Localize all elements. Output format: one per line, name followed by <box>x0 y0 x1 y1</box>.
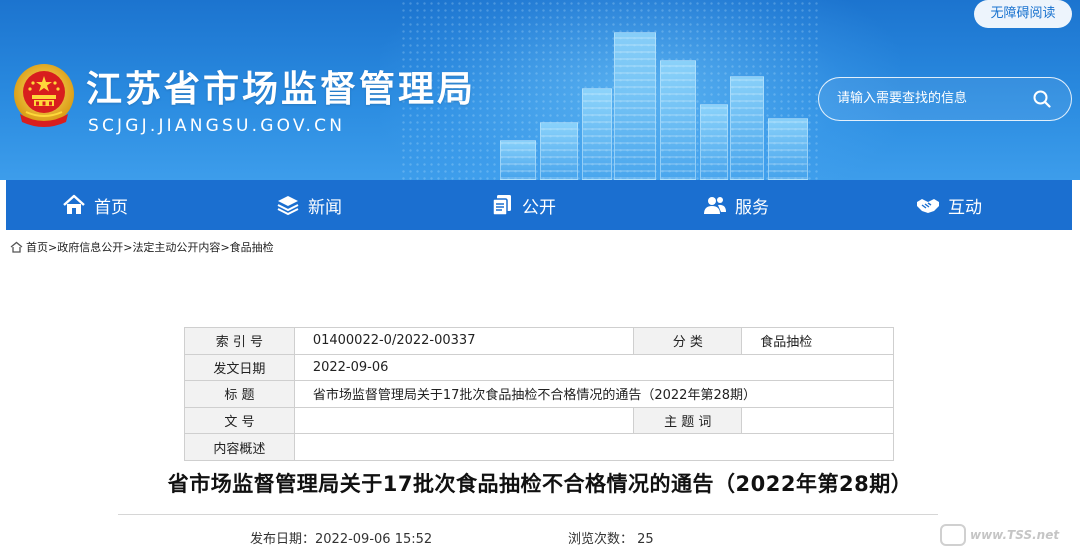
building-decoration <box>660 60 696 180</box>
site-domain: SCJGJ.JIANGSU.GOV.CN <box>88 116 346 136</box>
document-number-label: 文 号 <box>184 406 295 435</box>
building-decoration <box>614 32 656 180</box>
table-row: 索 引 号 01400022-0/2022-00337 分 类 食品抽检 <box>184 327 894 355</box>
view-count-value: 25 <box>637 532 654 547</box>
breadcrumb-item[interactable]: 食品抽检 <box>230 239 274 255</box>
handshake-icon <box>916 193 940 217</box>
table-row: 标 题 省市场监督管理局关于17批次食品抽检不合格情况的通告（2022年第28期… <box>184 380 895 408</box>
site-title[interactable]: 江苏省市场监督管理局 <box>86 60 476 112</box>
building-decoration <box>540 122 578 180</box>
category-value: 食品抽检 <box>741 327 894 355</box>
title-label: 标 题 <box>184 380 295 408</box>
summary-value <box>293 433 895 461</box>
issue-date-label: 发文日期 <box>184 353 295 382</box>
publish-date: 发布日期：2022-09-06 15:52 <box>250 528 432 547</box>
breadcrumb-separator: > <box>123 240 133 254</box>
breadcrumb-home[interactable]: 首页 <box>26 239 48 255</box>
layers-icon <box>276 193 300 217</box>
nav-item-label: 互动 <box>948 197 982 218</box>
nav-item-home[interactable]: 首页 <box>62 180 128 230</box>
summary-label: 内容概述 <box>184 433 295 461</box>
watermark-text: www.TSS.net <box>970 528 1060 542</box>
home-icon <box>10 241 23 253</box>
watermark-logo-icon <box>940 524 966 546</box>
site-header: 江苏省市场监督管理局 SCJGJ.JIANGSU.GOV.CN 无障碍阅读 <box>0 0 1080 180</box>
nav-item-interact[interactable]: 互动 <box>916 180 982 230</box>
accessibility-reading-button[interactable]: 无障碍阅读 <box>974 0 1072 28</box>
issue-date-value: 2022-09-06 <box>293 353 895 382</box>
search-box <box>818 77 1072 121</box>
breadcrumb-item[interactable]: 政府信息公开 <box>57 239 123 255</box>
home-icon <box>62 193 86 217</box>
search-input[interactable] <box>837 78 1027 119</box>
building-decoration <box>500 140 536 180</box>
nav-item-label: 新闻 <box>308 197 342 218</box>
article-title: 省市场监督管理局关于17批次食品抽检不合格情况的通告（2022年第28期） <box>167 472 913 496</box>
building-decoration <box>768 118 808 180</box>
index-number-value: 01400022-0/2022-00337 <box>293 327 635 355</box>
nav-item-news[interactable]: 新闻 <box>276 180 342 230</box>
breadcrumb-separator: > <box>48 240 58 254</box>
breadcrumb-item[interactable]: 法定主动公开内容 <box>132 239 220 255</box>
nav-item-public[interactable]: 公开 <box>490 180 556 230</box>
index-number-label: 索 引 号 <box>184 327 295 355</box>
table-row: 发文日期 2022-09-06 <box>184 353 895 382</box>
document-number-value <box>293 406 635 435</box>
category-label: 分 类 <box>633 327 743 355</box>
nav-item-service[interactable]: 服务 <box>703 180 769 230</box>
nav-item-label: 服务 <box>735 197 769 218</box>
building-decoration <box>730 76 764 180</box>
building-decoration <box>582 88 612 180</box>
table-row: 内容概述 <box>184 433 895 461</box>
publish-date-label: 发布日期： <box>250 532 316 547</box>
nav-item-label: 首页 <box>94 197 128 218</box>
national-emblem-icon <box>12 62 76 130</box>
main-nav: 首页 新闻 公开 服务 互动 <box>6 180 1072 230</box>
keywords-value <box>741 406 894 435</box>
breadcrumb-separator: > <box>220 240 230 254</box>
document-meta-table: 索 引 号 01400022-0/2022-00337 分 类 食品抽检 发文日… <box>184 327 895 461</box>
keywords-label: 主 题 词 <box>633 406 743 435</box>
nav-item-label: 公开 <box>522 197 556 218</box>
divider <box>118 514 938 515</box>
search-icon[interactable] <box>1033 90 1051 108</box>
breadcrumb: 首页 > 政府信息公开 > 法定主动公开内容 > 食品抽检 <box>10 239 274 255</box>
view-count: 浏览次数： 25 <box>568 528 654 547</box>
publish-date-value: 2022-09-06 15:52 <box>315 532 433 547</box>
building-decoration <box>700 104 728 180</box>
title-value: 省市场监督管理局关于17批次食品抽检不合格情况的通告（2022年第28期） <box>293 380 895 408</box>
table-row: 文 号 主 题 词 <box>184 406 894 435</box>
watermark: www.TSS.net <box>940 520 1076 550</box>
users-icon <box>703 193 727 217</box>
view-count-label: 浏览次数： <box>568 532 634 547</box>
document-stack-icon <box>490 193 514 217</box>
